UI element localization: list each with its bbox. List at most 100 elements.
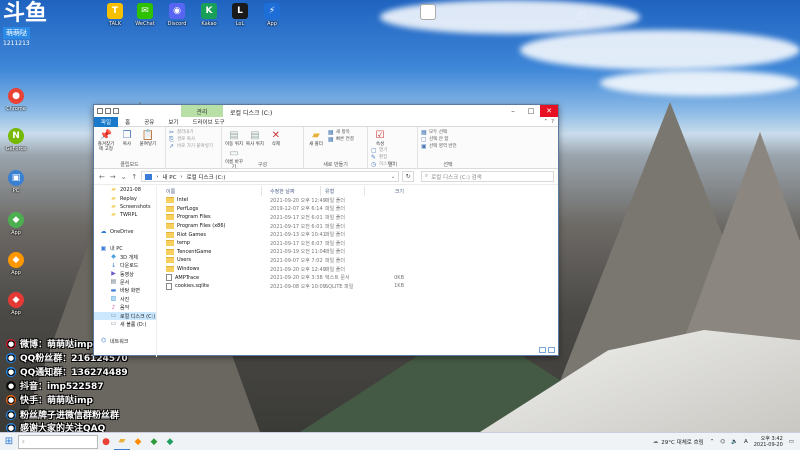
nav-item[interactable]: ▰ Screenshots (94, 203, 156, 211)
app-icon[interactable]: ◆ (162, 433, 178, 450)
file-row[interactable]: Program Files (x86) 2021-09-17 오전 6:01 파일 … (158, 222, 558, 231)
network-icon[interactable]: ⌬ (720, 439, 725, 445)
tab-file[interactable]: 파일 (94, 116, 119, 127)
quick-access-icon[interactable] (105, 108, 111, 114)
details-view-icon[interactable] (539, 347, 546, 353)
search-input[interactable]: ⌕ 로컬 디스크 (C:) 검색 (421, 171, 554, 182)
file-row[interactable]: AMPTrace 2021-09-20 오후 3:38 텍스트 문서 0KB (158, 273, 558, 282)
desktop-icon[interactable]: ◉ Discord (163, 3, 191, 27)
breadcrumb-drive[interactable]: 로컬 디스크 (C:) (187, 173, 226, 181)
select-all-button[interactable]: ▦ 모두 선택 (421, 129, 475, 136)
nav-item[interactable]: ↓ 다운로드 (94, 262, 156, 270)
nav-item[interactable]: ▰ TWRPL (94, 211, 156, 219)
desktop-icon[interactable]: T TALK (101, 3, 129, 27)
maximize-button[interactable]: □ (522, 105, 540, 117)
move-to-button[interactable]: ▤ 이동 위치 (225, 129, 243, 148)
nav-item[interactable]: ◆ 3D 개체 (94, 253, 156, 261)
copy-button[interactable]: ❐ 복사 (118, 129, 136, 148)
ribbon-collapse-icon[interactable]: ⌃ (543, 119, 548, 125)
tab-view[interactable]: 보기 (161, 117, 185, 127)
help-icon[interactable]: ? (551, 119, 554, 125)
desktop-icon[interactable]: N GeForce (2, 128, 30, 152)
column-header-name[interactable]: 이름 (158, 186, 262, 196)
desktop-icon-app-right[interactable]: ◫ (568, 8, 596, 24)
breadcrumb-pc[interactable]: 내 PC (162, 173, 176, 181)
address-dropdown-icon[interactable]: ⌄ (391, 174, 396, 180)
quick-access-icon[interactable] (113, 108, 119, 114)
folder-icon[interactable]: ▰ (114, 433, 130, 450)
quick-access-icon[interactable] (97, 108, 103, 114)
volume-icon[interactable]: 🔈 (731, 439, 738, 445)
properties-button[interactable]: ☑ 속성 (371, 129, 389, 148)
nav-item[interactable]: ▰ 2021-08 (94, 186, 156, 194)
chevron-up-icon[interactable]: ⌃ (710, 439, 715, 445)
nav-item[interactable]: ▤ 문서 (94, 278, 156, 286)
open-button[interactable]: ▢ 열기 (371, 147, 396, 154)
tab-home[interactable]: 홈 (118, 117, 137, 127)
desktop-icon[interactable]: ◆ App (2, 292, 30, 316)
desktop-icon[interactable]: ◆ App (2, 252, 30, 276)
clock[interactable]: 오후 3:42 2021-09-20 (754, 436, 783, 448)
app-icon[interactable]: ◆ (130, 433, 146, 450)
file-row[interactable]: PerfLogs 2019-12-07 오후 6:14 파일 폴더 (158, 205, 558, 214)
close-button[interactable]: ✕ (540, 105, 558, 117)
file-row[interactable]: Windows 2021-09-20 오후 12:49 파일 폴더 (158, 265, 558, 274)
tab-drive-tools[interactable]: 드라이브 도구 (185, 117, 231, 127)
copy-to-button[interactable]: ▤ 복사 위치 (246, 129, 264, 148)
select-none-button[interactable]: ▢ 선택 안 함 (421, 136, 475, 143)
file-row[interactable]: cookies.sqlite 2021-09-08 오후 10:09 SQLITE … (158, 282, 558, 291)
column-header-type[interactable]: 유형 (321, 186, 365, 196)
desktop-icon[interactable]: L LoL (226, 3, 254, 27)
ime-icon[interactable]: A (744, 439, 748, 445)
recent-chevron-icon[interactable]: ⌄ (120, 173, 128, 181)
pin-quick-access-button[interactable]: 📌 즐겨찾기에 고정 (97, 129, 115, 153)
windows-start-icon[interactable]: ⊞ (0, 433, 18, 450)
notification-icon[interactable]: ▭ (789, 439, 794, 445)
desktop-icon[interactable]: K Kakao (195, 3, 223, 27)
nav-item[interactable]: ♪ 음악 (94, 303, 156, 311)
nav-item[interactable]: ☁ OneDrive (94, 228, 156, 236)
new-item-button[interactable]: ▦ 새 항목 (328, 129, 354, 136)
nav-item[interactable]: ▭ 로컬 디스크 (C:) (94, 311, 156, 321)
paste-button[interactable]: 📋 붙여넣기 (139, 129, 157, 148)
desktop-icon[interactable]: ▣ PC (2, 170, 30, 194)
context-tab-manage[interactable]: 관리 (181, 105, 223, 117)
column-header-date[interactable]: 수정한 날짜 (262, 186, 321, 196)
tab-share[interactable]: 공유 (137, 117, 161, 127)
nav-item[interactable]: ▭ 새 볼륨 (D:) (94, 320, 156, 328)
file-row[interactable]: Program Files 2021-09-17 오전 6:01 파일 폴더 (158, 213, 558, 222)
copy-path-button[interactable]: ⎘ 경로 복사 (169, 136, 218, 143)
nav-item[interactable]: ▰ Replay (94, 194, 156, 202)
desktop-icon[interactable]: ◆ App (2, 212, 30, 236)
up-arrow-icon[interactable]: ↑ (130, 173, 138, 181)
file-row[interactable]: Intel 2021-09-20 오후 12:49 파일 폴더 (158, 196, 558, 205)
file-row[interactable]: Users 2021-09-07 오후 7:02 파일 폴더 (158, 256, 558, 265)
nav-item[interactable]: ▬ 바탕 화면 (94, 287, 156, 295)
refresh-button[interactable]: ↻ (402, 171, 414, 182)
nav-item[interactable]: ▣ 내 PC (94, 245, 156, 253)
file-row[interactable]: temp 2021-09-17 오전 6:07 파일 폴더 (158, 239, 558, 248)
easy-access-button[interactable]: ▦ 빠른 연결 (328, 136, 354, 143)
desktop-icon-document[interactable] (414, 4, 442, 20)
column-header-size[interactable]: 크기 (365, 186, 404, 196)
file-row[interactable]: Riot Games 2021-09-13 오후 10:41 파일 폴더 (158, 230, 558, 239)
weather-widget[interactable]: ☁ 29°C 대체로 흐림 (653, 438, 704, 446)
new-folder-button[interactable]: ▰ 새 폴더 (307, 129, 325, 148)
desktop-icon[interactable]: ● Chrome (2, 88, 30, 112)
back-arrow-icon[interactable]: ← (98, 173, 106, 181)
desktop-icon[interactable]: ⚡ App (258, 3, 286, 27)
nav-item[interactable]: ▶ 동영상 (94, 270, 156, 278)
paste-shortcut-button[interactable]: ↗ 바로 가기 붙여넣기 (169, 143, 218, 150)
delete-button[interactable]: ✕ 삭제 (267, 129, 285, 148)
chrome-icon[interactable]: ● (98, 433, 114, 450)
nav-item[interactable]: ▨ 사진 (94, 295, 156, 303)
file-row[interactable]: TencentGame 2021-09-19 오전 11:04 파일 폴더 (158, 248, 558, 257)
address-bar[interactable]: › 내 PC › 로컬 디스크 (C:) ⌄ (141, 171, 400, 182)
cut-button[interactable]: ✂ 잘라내기 (169, 129, 218, 136)
minimize-button[interactable]: – (504, 105, 522, 117)
app-icon[interactable]: ◆ (146, 433, 162, 450)
invert-selection-button[interactable]: ▣ 선택 영역 반전 (421, 143, 475, 150)
desktop-icon[interactable]: ✉ WeChat (131, 3, 159, 27)
large-icons-view-icon[interactable] (548, 347, 555, 353)
taskbar-search-input[interactable]: ⌕ (18, 434, 98, 449)
